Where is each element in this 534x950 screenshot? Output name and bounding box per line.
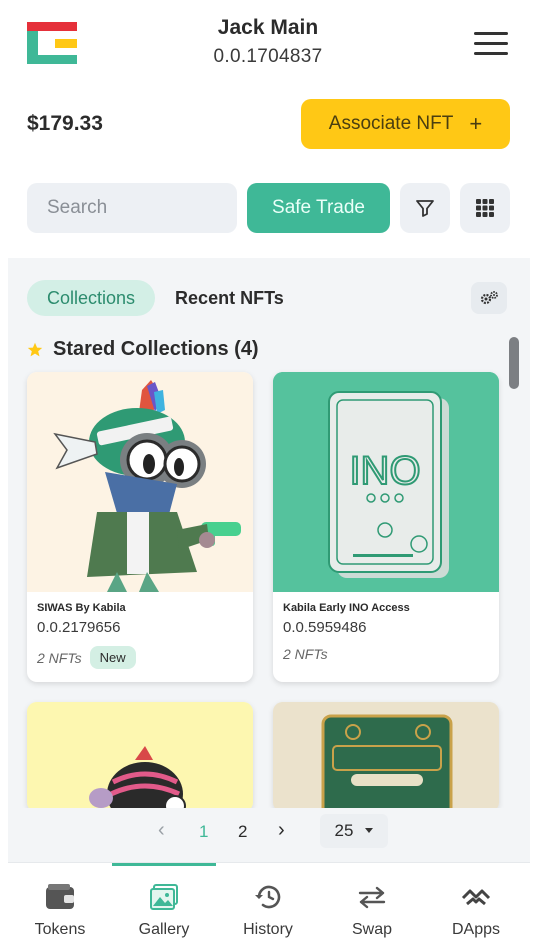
collection-tabs: Collections Recent NFTs [27, 280, 284, 316]
account-info: Jack Main 0.0.1704837 [138, 16, 398, 68]
gears-icon [480, 291, 498, 305]
star-icon [27, 342, 43, 356]
balance-value: $179.33 [27, 112, 103, 135]
nav-item-dapps[interactable]: DApps [424, 881, 528, 939]
page-2-button[interactable]: 2 [238, 822, 247, 842]
image-icon [150, 884, 178, 910]
collection-id: 0.0.2179656 [37, 619, 121, 636]
nav-item-history[interactable]: History [216, 881, 320, 939]
header: Jack Main 0.0.1704837 $179.33 Associate … [8, 0, 530, 258]
tab-recent-nfts[interactable]: Recent NFTs [175, 288, 284, 309]
associate-nft-label: Associate NFT [328, 113, 454, 134]
collection-card[interactable]: SIWAS By Kabila 0.0.2179656 2 NFTs New [27, 372, 253, 682]
collection-meta: 2 NFTs New [37, 646, 243, 669]
app-logo [27, 22, 77, 64]
nav-item-swap[interactable]: Swap [320, 881, 424, 939]
dapps-icon [461, 889, 491, 906]
nav-item-gallery[interactable]: Gallery [112, 881, 216, 939]
filter-button[interactable] [400, 183, 450, 233]
grid-icon [476, 199, 494, 217]
page-size-select[interactable]: 25 [320, 814, 388, 848]
page-1-button[interactable]: 1 [199, 822, 208, 842]
ino-access-card-image: INO [273, 372, 499, 592]
nav-item-tokens[interactable]: Tokens [8, 881, 112, 939]
scrollbar[interactable] [509, 337, 519, 389]
earthlings-card-image [273, 702, 499, 812]
history-icon [255, 885, 281, 909]
associate-nft-button[interactable]: Associate NFT + [301, 99, 510, 149]
tab-collections[interactable]: Collections [27, 280, 156, 316]
collection-card[interactable] [273, 702, 499, 812]
account-id: 0.0.1704837 [213, 46, 323, 67]
section-title: Stared Collections (4) [53, 338, 259, 360]
active-tab-indicator [112, 863, 216, 866]
page-size-value: 25 [334, 821, 354, 840]
collection-name: SIWAS By Kabila [37, 602, 126, 614]
app-frame: Jack Main 0.0.1704837 $179.33 Associate … [8, 0, 530, 950]
collection-id: 0.0.5959486 [283, 619, 367, 636]
collection-meta: 2 NFTs [283, 646, 489, 662]
collection-image [273, 702, 499, 812]
section-heading: Stared Collections (4) [27, 338, 259, 361]
nav-label: Gallery [138, 921, 190, 938]
collection-card[interactable]: INO Kabila Early INO Access 0.0.5959486 … [273, 372, 499, 682]
nft-count: 2 NFTs [37, 649, 82, 666]
collection-card-body: Kabila Early INO Access 0.0.5959486 2 NF… [273, 592, 499, 682]
svg-text:INO: INO [349, 449, 420, 493]
settings-button[interactable] [471, 282, 507, 314]
search-input[interactable] [27, 183, 237, 233]
nav-label: History [243, 921, 293, 938]
account-name: Jack Main [217, 16, 319, 39]
wallet-icon [46, 884, 74, 909]
prev-page-button[interactable]: ‹ [158, 819, 165, 842]
next-page-button[interactable]: › [278, 819, 285, 842]
nav-label: Swap [351, 921, 393, 938]
new-badge: New [89, 646, 136, 669]
nft-count: 2 NFTs [283, 646, 328, 662]
bottom-nav: Tokens Gallery History Swap DApps [8, 862, 530, 950]
collection-card-body: SIWAS By Kabila 0.0.2179656 2 NFTs New [27, 592, 253, 682]
hamburger-menu-icon[interactable] [474, 32, 508, 58]
collection-image [27, 702, 253, 812]
swap-icon [358, 886, 386, 909]
nav-label: Tokens [34, 921, 86, 938]
siwas-character-image [53, 380, 241, 592]
grid-view-button[interactable] [460, 183, 510, 233]
nav-label: DApps [451, 921, 501, 938]
collection-image [27, 372, 253, 592]
plus-icon: + [469, 111, 483, 136]
pagination: ‹ 1 2 › 25 [8, 808, 530, 856]
safe-trade-button[interactable]: Safe Trade [247, 183, 390, 233]
monkey-character-image [27, 702, 253, 812]
caret-down-icon [365, 828, 374, 833]
filter-icon [416, 200, 434, 217]
collection-card[interactable] [27, 702, 253, 812]
collection-name: Kabila Early INO Access [283, 602, 410, 614]
collection-image: INO [273, 372, 499, 592]
